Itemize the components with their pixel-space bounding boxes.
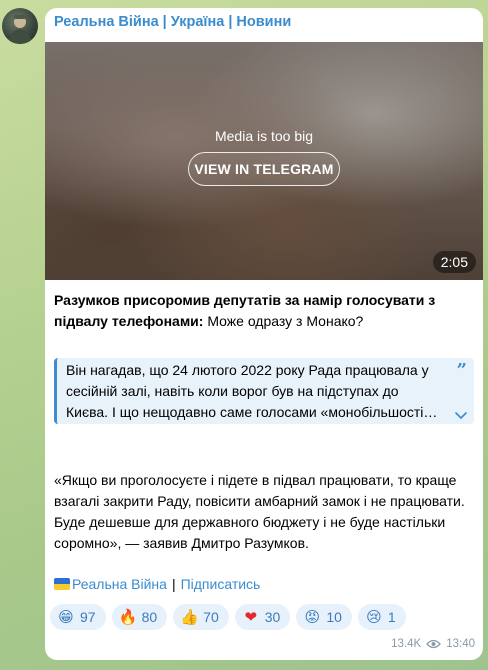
reaction-thumbs-up[interactable]: 👍 70 [173, 604, 229, 630]
footer-links: Реальна Війна | Підписатись [54, 576, 260, 592]
reaction-count: 97 [80, 609, 96, 625]
reaction-count: 1 [387, 609, 396, 625]
reaction-heart[interactable]: ❤ 30 [234, 604, 291, 630]
reactions-bar: 😁 97 🔥 80 👍 70 ❤ 30 😡 10 😢 1 [50, 604, 406, 630]
media-too-big-notice: Media is too big [214, 128, 314, 144]
post-headline: Разумков присоромив депутатів за намір г… [54, 290, 476, 332]
reaction-grin[interactable]: 😁 97 [50, 604, 106, 630]
fire-emoji-icon: 🔥 [118, 608, 138, 626]
ukraine-flag-icon [54, 578, 70, 590]
view-in-telegram-button[interactable]: VIEW IN TELEGRAM [188, 152, 340, 186]
heart-emoji-icon: ❤ [244, 608, 258, 626]
channel-link[interactable]: Реальна Війна [72, 576, 167, 592]
reaction-count: 10 [326, 609, 342, 625]
subscribe-link[interactable]: Підписатись [181, 576, 261, 592]
expandable-quote[interactable]: Він нагадав, що 24 лютого 2022 року Рада… [54, 358, 474, 424]
eye-icon [426, 639, 442, 649]
reaction-angry[interactable]: 😡 10 [296, 604, 352, 630]
thumbs-up-emoji-icon: 👍 [180, 608, 199, 626]
channel-avatar[interactable] [2, 8, 38, 44]
video-duration: 2:05 [432, 251, 476, 273]
reaction-count: 80 [141, 609, 158, 625]
quote-text-truncated: Києва. І що нещодавно саме голосами «мон… [66, 404, 444, 420]
view-count: 13.4K [391, 638, 422, 650]
link-separator: | [171, 576, 176, 592]
reaction-cry[interactable]: 😢 1 [357, 604, 406, 630]
post-paragraph: «Якщо ви проголосуєте і підете в підвал … [54, 472, 465, 551]
message-meta: 13.4K 13:40 [391, 638, 475, 650]
angry-emoji-icon: 😡 [304, 608, 321, 626]
headline-rest: Може одразу з Монако? [203, 313, 364, 329]
reaction-count: 30 [264, 609, 281, 625]
grin-emoji-icon: 😁 [58, 608, 74, 626]
quote-text: Він нагадав, що 24 лютого 2022 року Рада… [66, 362, 429, 399]
video-media[interactable]: Media is too big VIEW IN TELEGRAM 2:05 [45, 42, 483, 280]
reaction-fire[interactable]: 🔥 80 [111, 604, 168, 630]
message-bubble: Реальна Війна | Україна | Новини Media i… [45, 8, 483, 660]
message-time: 13:40 [446, 638, 475, 650]
quote-mark-icon: ” [456, 360, 467, 381]
chevron-down-icon[interactable] [454, 408, 468, 422]
cry-emoji-icon: 😢 [366, 608, 382, 626]
channel-title[interactable]: Реальна Війна | Україна | Новини [54, 14, 291, 30]
reaction-count: 70 [203, 609, 219, 625]
